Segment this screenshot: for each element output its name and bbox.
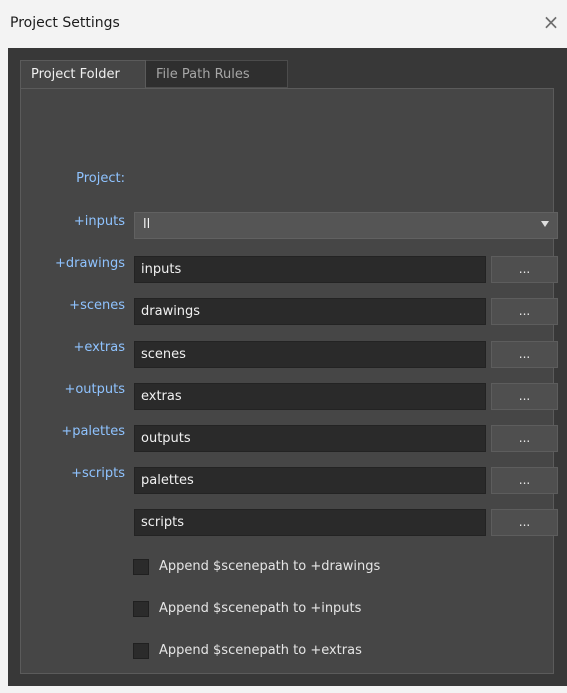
browse-outputs-button[interactable]: ... [491,425,558,452]
append-drawings-label: Append $scenepath to +drawings [159,559,381,574]
scripts-field[interactable]: scripts [134,509,486,536]
browse-scripts-button[interactable]: ... [491,509,558,536]
scenes-label: +scenes [69,298,125,313]
drawings-field[interactable]: drawings [134,298,486,325]
scripts-label: +scripts [71,466,125,481]
project-select[interactable]: ll [134,212,558,239]
close-icon[interactable]: × [539,10,563,34]
palettes-label: +palettes [61,424,125,439]
outputs-label: +outputs [64,382,125,397]
scenes-field[interactable]: scenes [134,341,486,368]
append-extras-checkbox[interactable] [133,643,149,659]
title-bar: Project Settings × [0,0,567,48]
chevron-down-icon [541,221,549,227]
project-label: Project: [76,171,125,186]
tab-project-folder[interactable]: Project Folder [20,60,146,88]
extras-label: +extras [73,340,125,355]
tab-file-path-rules[interactable]: File Path Rules [146,60,288,88]
append-drawings-checkbox[interactable] [133,559,149,575]
window-title: Project Settings [10,15,120,31]
settings-dialog: Project Folder File Path Rules Project: … [8,48,567,686]
browse-drawings-button[interactable]: ... [491,298,558,325]
append-inputs-checkbox[interactable] [133,601,149,617]
drawings-label: +drawings [55,256,125,271]
inputs-label: +inputs [73,214,125,229]
project-settings-window: Project Settings × Project Folder File P… [0,0,567,693]
inputs-field[interactable]: inputs [134,256,486,283]
browse-inputs-button[interactable]: ... [491,256,558,283]
browse-palettes-button[interactable]: ... [491,467,558,494]
browse-scenes-button[interactable]: ... [491,341,558,368]
project-value: ll [143,217,151,232]
append-extras-label: Append $scenepath to +extras [159,643,362,658]
outputs-field[interactable]: outputs [134,425,486,452]
browse-extras-button[interactable]: ... [491,383,558,410]
extras-field[interactable]: extras [134,383,486,410]
append-inputs-label: Append $scenepath to +inputs [159,601,362,616]
palettes-field[interactable]: palettes [134,467,486,494]
